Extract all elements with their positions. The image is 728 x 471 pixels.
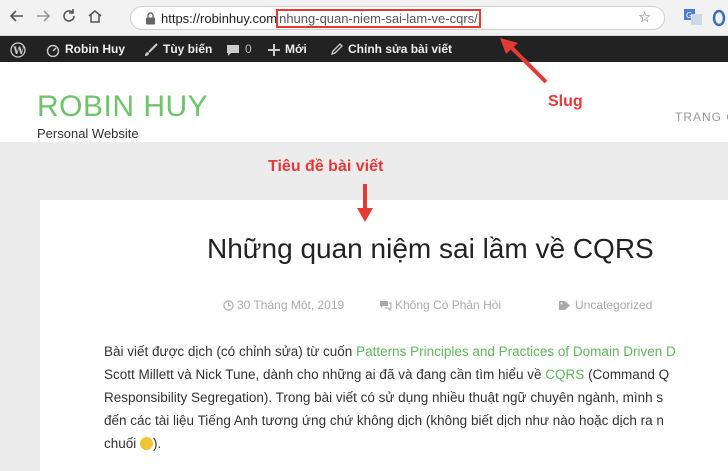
- address-bar[interactable]: https://robinhuy.com nhung-quan-niem-sai-…: [130, 6, 665, 30]
- site-name-menu[interactable]: Robin Huy: [46, 36, 125, 62]
- wp-logo-menu[interactable]: W: [10, 36, 31, 62]
- edit-post-menu[interactable]: Chỉnh sửa bài viết: [330, 36, 452, 62]
- annotation-arrow-title: [357, 184, 373, 222]
- url-text[interactable]: https://robinhuy.com nhung-quan-niem-sai-…: [161, 9, 481, 28]
- plus-icon: [268, 43, 280, 56]
- url-slug-highlight: nhung-quan-niem-sai-lam-ve-cqrs/: [276, 9, 481, 28]
- customize-label: Tùy biến: [163, 42, 213, 56]
- forward-button[interactable]: [34, 8, 52, 26]
- bookmark-star-icon[interactable]: ☆: [638, 9, 651, 25]
- comments-count: 0: [245, 42, 252, 56]
- comments-menu[interactable]: 0: [226, 36, 252, 62]
- edit-post-label: Chỉnh sửa bài viết: [348, 42, 453, 56]
- wordpress-logo-icon: W: [10, 42, 26, 58]
- reload-button[interactable]: [60, 8, 78, 26]
- comment-icon: [227, 44, 239, 56]
- body-text: chuối: [104, 436, 141, 451]
- home-icon: [88, 10, 102, 23]
- extension-icon[interactable]: [710, 9, 728, 27]
- arrow-left-icon: [9, 10, 23, 22]
- home-button[interactable]: [86, 8, 104, 26]
- annotation-arrow-slug: [500, 38, 548, 84]
- body-text: Scott Millett và Nick Tune, dành cho nhữ…: [104, 367, 546, 382]
- cqrs-link[interactable]: CQRS: [545, 367, 584, 382]
- clock-icon: [223, 300, 234, 311]
- site-name-label: Robin Huy: [65, 42, 125, 56]
- post-body-line: đến các tài liệu Tiếng Anh tương ứng chứ…: [104, 413, 664, 428]
- new-content-menu[interactable]: Mới: [268, 36, 307, 62]
- body-text: ).: [153, 436, 162, 451]
- browser-toolbar: https://robinhuy.com nhung-quan-niem-sai-…: [0, 0, 728, 36]
- svg-text:G: G: [686, 11, 692, 20]
- book-link[interactable]: Patterns Principles and Practices of Dom…: [356, 344, 676, 359]
- post-date-label: 30 Tháng Một, 2019: [237, 298, 345, 312]
- lock-icon: [146, 12, 155, 25]
- site-title[interactable]: ROBIN HUY: [37, 92, 208, 122]
- dashboard-icon: [46, 44, 60, 58]
- annotation-post-title: Tiêu đề bài viết: [268, 158, 384, 175]
- back-button[interactable]: [8, 8, 26, 26]
- post-body-line: Responsibility Segregation). Trong bài v…: [104, 390, 664, 405]
- nav-item-home[interactable]: TRANG C: [675, 110, 728, 124]
- annotation-slug: Slug: [548, 93, 583, 110]
- new-label: Mới: [285, 42, 307, 56]
- arrow-right-icon: [37, 10, 51, 22]
- post-comments-label: Không Có Phản Hồi: [395, 298, 502, 312]
- body-text: Bài viết được dịch (có chỉnh sửa) từ cuố…: [104, 344, 357, 359]
- tag-icon: [559, 301, 570, 310]
- post-body-line: Bài viết được dịch (có chỉnh sửa) từ cuố…: [104, 340, 728, 363]
- svg-text:W: W: [12, 46, 25, 57]
- customize-menu[interactable]: Tùy biến: [144, 36, 212, 62]
- grimace-emoji-icon: [140, 437, 154, 450]
- post-title: Những quan niệm sai lầm về CQRS: [207, 233, 654, 264]
- body-text: (Command Q: [584, 367, 670, 382]
- comments-icon: [380, 301, 392, 312]
- pencil-icon: [330, 43, 343, 56]
- url-slug: nhung-quan-niem-sai-lam-ve-cqrs: [279, 11, 475, 26]
- post-body: Bài viết được dịch (có chỉnh sửa) từ cuố…: [104, 340, 728, 455]
- translate-extension-icon[interactable]: G: [684, 9, 702, 25]
- brush-icon: [145, 43, 158, 56]
- wp-admin-bar: W Robin Huy Tùy biến 0 Mới Chỉnh sửa bài…: [0, 36, 728, 62]
- reload-icon: [63, 9, 75, 22]
- site-description: Personal Website: [37, 126, 139, 141]
- post-body-line: chuối ).: [104, 432, 728, 455]
- url-trailing-slash: /: [474, 11, 478, 26]
- post-body-line: Scott Millett và Nick Tune, dành cho nhữ…: [104, 363, 728, 386]
- url-host: https://robinhuy.com: [161, 11, 278, 26]
- post-category-label: Uncategorized: [575, 298, 653, 312]
- post-category-link[interactable]: Uncategorized: [558, 298, 652, 312]
- post-date[interactable]: 30 Tháng Một, 2019: [223, 298, 344, 312]
- post-comments-link[interactable]: Không Có Phản Hồi: [379, 298, 501, 312]
- site-header: ROBIN HUY Personal Website TRANG C: [0, 62, 728, 142]
